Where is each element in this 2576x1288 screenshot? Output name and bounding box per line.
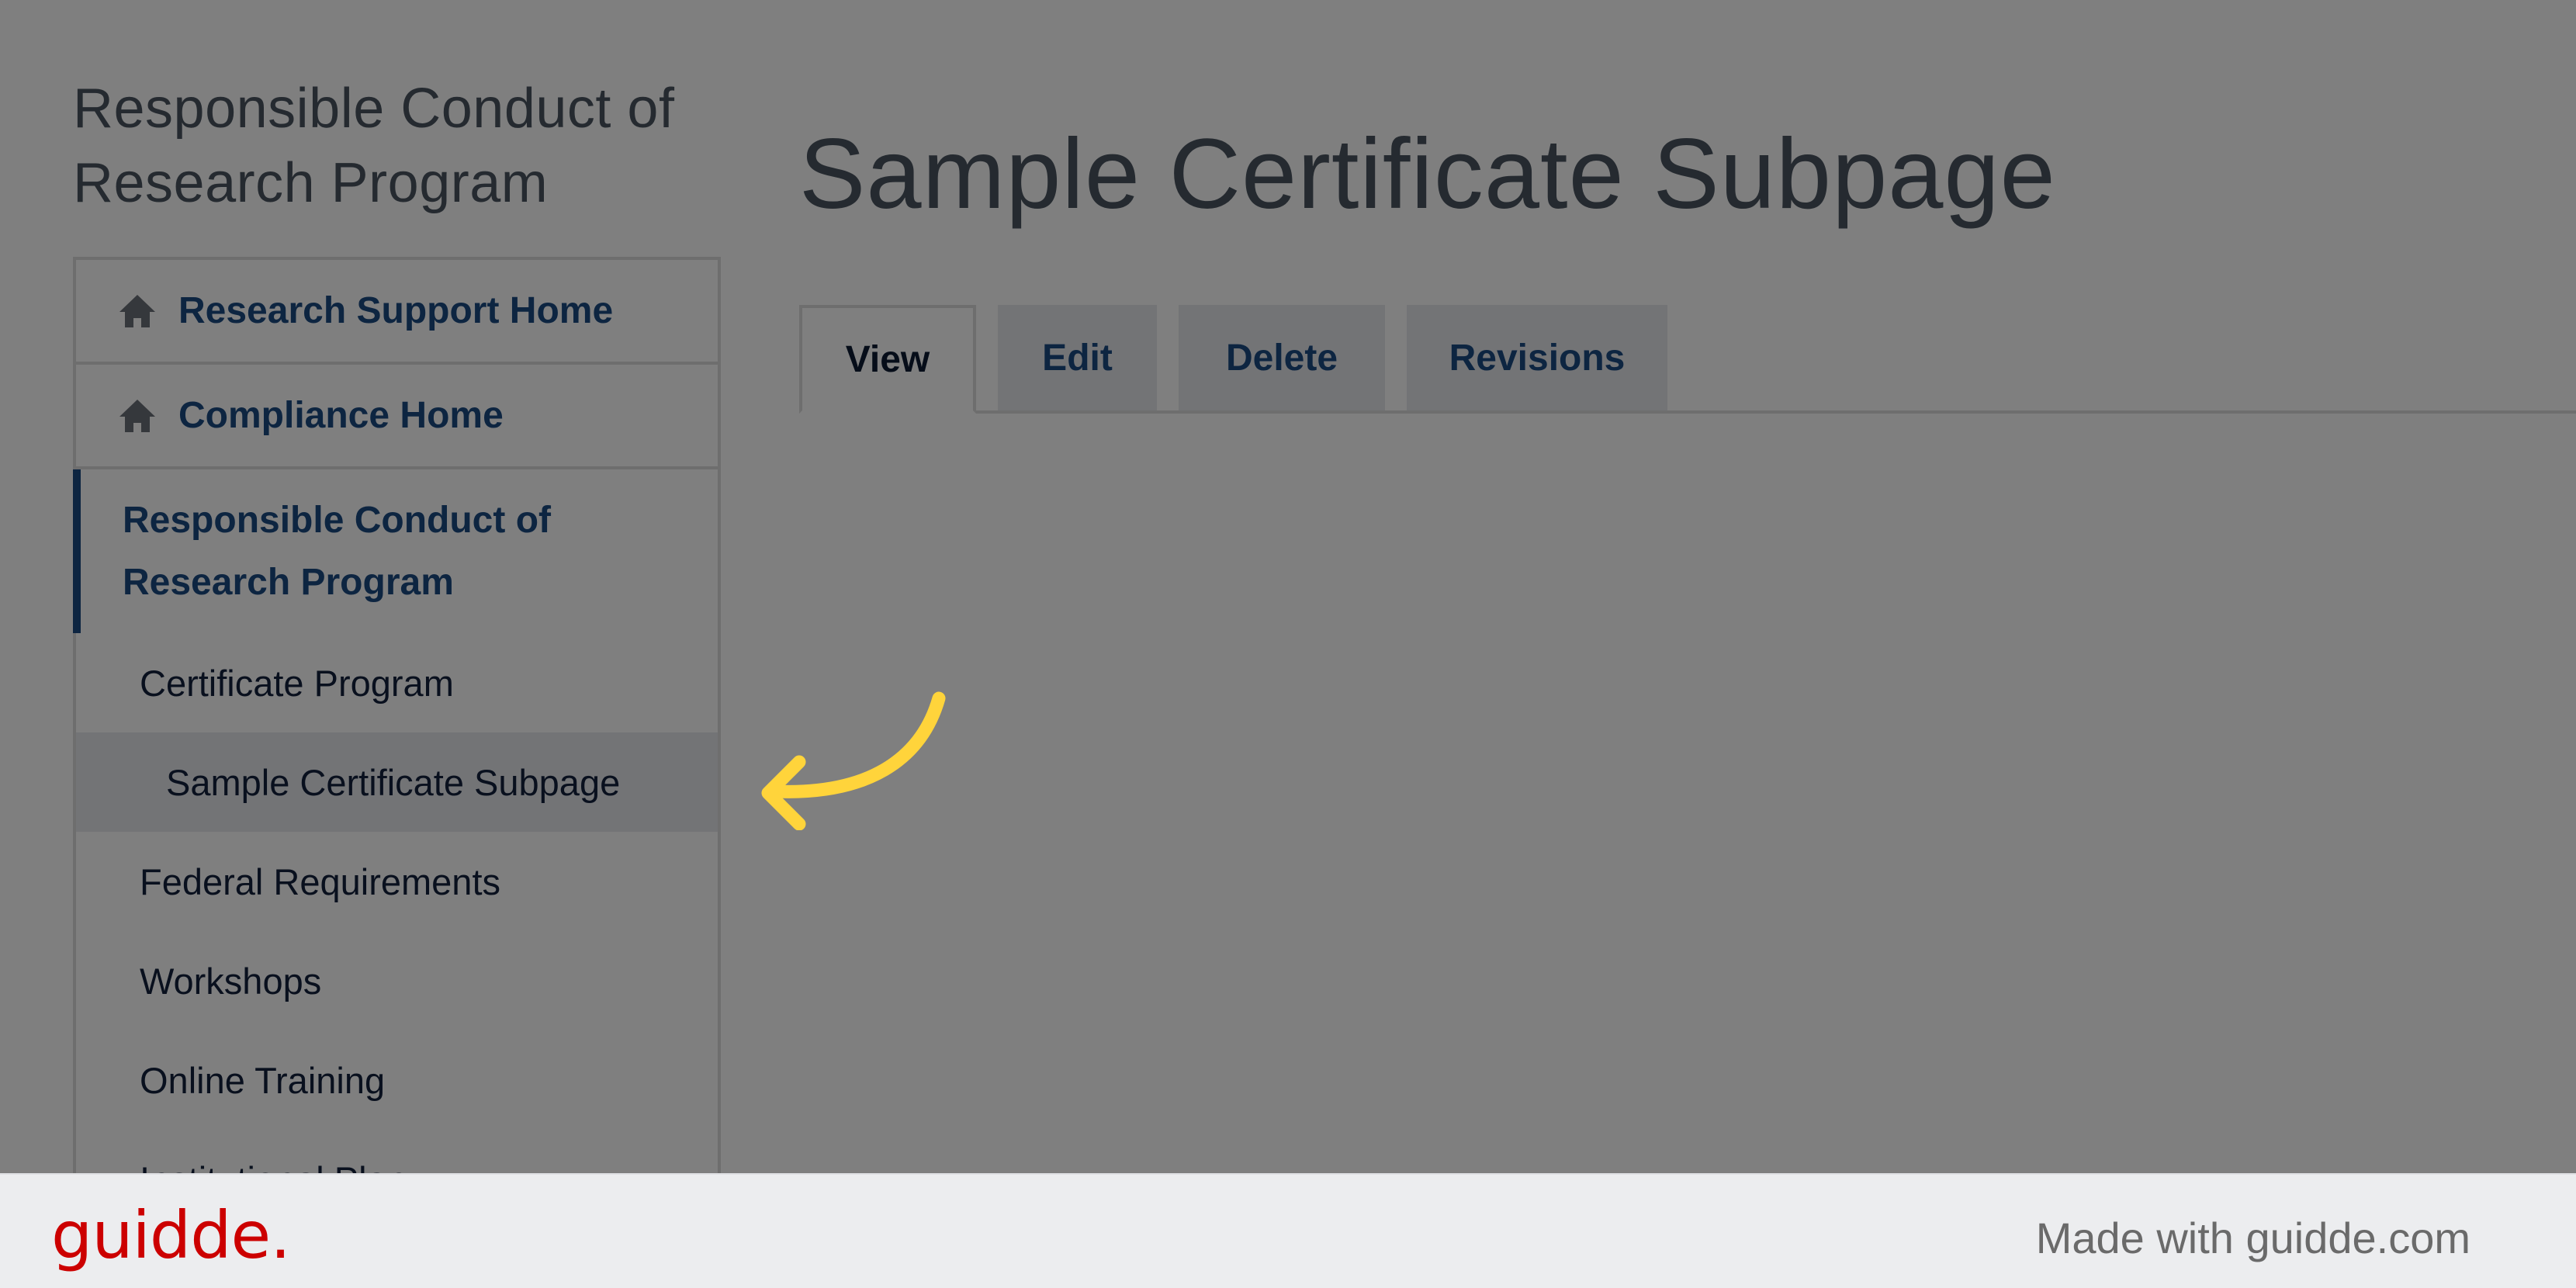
sidebar-title-line: Research Program — [73, 152, 549, 214]
page: Responsible Conduct of Research Program … — [0, 0, 2576, 1173]
label-line: Responsible Conduct of — [123, 499, 551, 541]
home-icon — [119, 399, 155, 432]
sidebar-item-research-support-home[interactable]: Research Support Home — [76, 260, 718, 365]
sidebar-item-certificate-program[interactable]: Certificate Program — [76, 633, 718, 732]
sidebar-item-institutional-plan[interactable]: Institutional Plan — [76, 1130, 718, 1174]
sidebar-item-label: Workshops — [140, 960, 322, 1002]
tab-delete[interactable]: Delete — [1179, 305, 1385, 410]
sidebar-item-sample-certificate-subpage[interactable]: Sample Certificate Subpage — [76, 732, 718, 832]
sidebar-item-label: Responsible Conduct of Research Program — [123, 490, 551, 614]
sidebar-title: Responsible Conduct of Research Program — [73, 71, 740, 220]
sidebar-item-responsible-conduct[interactable]: Responsible Conduct of Research Program — [73, 469, 718, 633]
footer: guidde. Made with guidde.com — [0, 1173, 2576, 1288]
page-title: Sample Certificate Subpage — [799, 119, 2056, 230]
made-with-credit[interactable]: Made with guidde.com — [2036, 1207, 2470, 1269]
sidebar-item-label: Institutional Plan — [140, 1158, 407, 1174]
sidebar-item-label: Federal Requirements — [140, 860, 500, 902]
sidebar-title-line: Responsible Conduct of — [73, 78, 675, 140]
label-line: Research Program — [123, 561, 454, 603]
sidebar-item-label: Online Training — [140, 1059, 386, 1101]
sidebar-item-compliance-home[interactable]: Compliance Home — [76, 365, 718, 469]
sidebar-item-label: Sample Certificate Subpage — [166, 761, 621, 803]
curved-arrow-icon — [761, 691, 946, 830]
sidebar-item-online-training[interactable]: Online Training — [76, 1030, 718, 1130]
home-icon — [119, 294, 155, 327]
sidebar-item-label: Research Support Home — [178, 290, 614, 331]
tab-view[interactable]: View — [799, 305, 976, 414]
tab-revisions[interactable]: Revisions — [1407, 305, 1667, 410]
sidebar-item-workshops[interactable]: Workshops — [76, 931, 718, 1030]
sidebar-item-label: Certificate Program — [140, 662, 454, 704]
tab-edit[interactable]: Edit — [998, 305, 1157, 410]
sidebar-nav: Research Support Home Compliance Home Re… — [73, 257, 721, 1173]
tab-bar: View Edit Delete Revisions — [799, 305, 2576, 414]
sidebar-item-federal-requirements[interactable]: Federal Requirements — [76, 832, 718, 931]
guidde-logo[interactable]: guidde. — [51, 1196, 291, 1274]
sidebar-item-label: Compliance Home — [178, 395, 504, 436]
